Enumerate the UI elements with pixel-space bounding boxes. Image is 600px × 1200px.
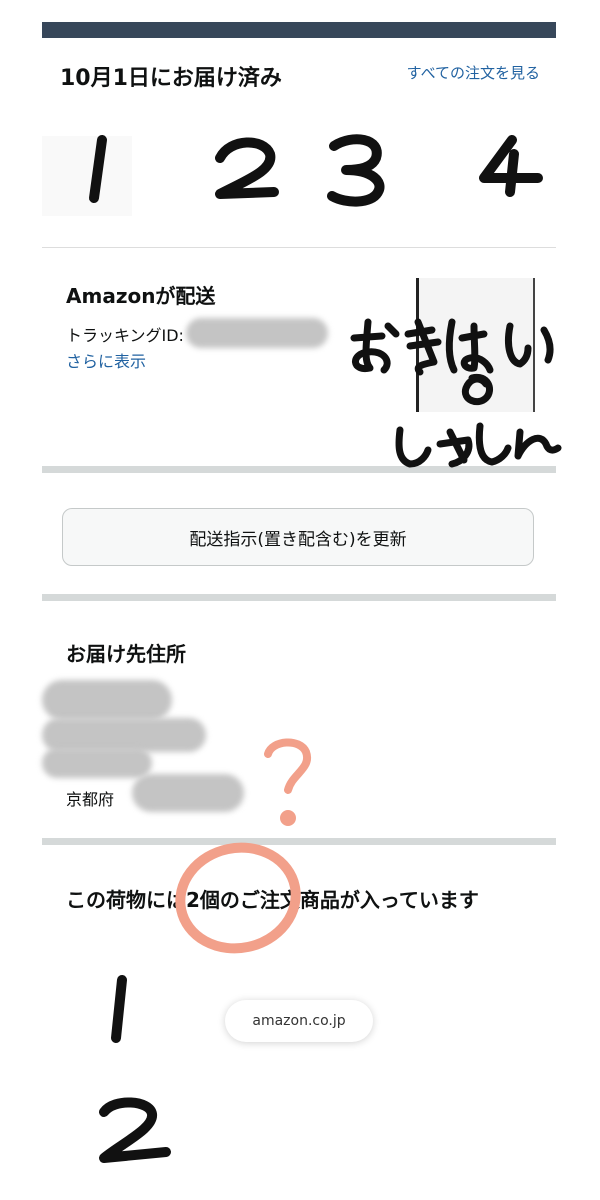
show-more-link[interactable]: さらに表示 — [66, 348, 146, 372]
redacted-address-line — [132, 774, 244, 812]
top-bar — [42, 22, 556, 38]
redacted-address-line — [42, 718, 206, 752]
update-delivery-instructions-button[interactable]: 配送指示(置き配含む)を更新 — [62, 508, 534, 566]
section-divider — [42, 594, 556, 601]
handwritten-item-2 — [99, 1097, 171, 1163]
redacted-address-line — [42, 680, 172, 720]
delivery-status-title: 10月1日にお届け済み — [60, 66, 282, 91]
tracking-id-label: トラッキングID: — [66, 326, 184, 345]
redacted-tracking-id — [186, 318, 328, 348]
view-all-orders-link[interactable]: すべての注文を見る — [396, 62, 540, 84]
address-title: お届け先住所 — [66, 642, 186, 666]
delivery-photo-thumbnail[interactable] — [416, 278, 535, 412]
package-items-title: この荷物には2個のご注文商品が入っています — [66, 888, 479, 912]
address-prefecture: 京都府 — [66, 790, 115, 809]
divider — [42, 247, 556, 248]
section-divider — [42, 466, 556, 473]
handwritten-3 — [327, 134, 385, 207]
handwritten-2 — [215, 137, 279, 199]
handwritten-numbers-row: 1 2 3 4 — [42, 134, 543, 216]
handwritten-item-1 — [111, 975, 127, 1043]
shipping-title: Amazonが配送 — [66, 284, 216, 308]
handwritten-4 — [479, 135, 543, 197]
section-divider — [42, 838, 556, 845]
redacted-address-line — [42, 748, 152, 778]
domain-toast: amazon.co.jp — [225, 1000, 373, 1042]
handwritten-question-mark — [264, 738, 312, 826]
